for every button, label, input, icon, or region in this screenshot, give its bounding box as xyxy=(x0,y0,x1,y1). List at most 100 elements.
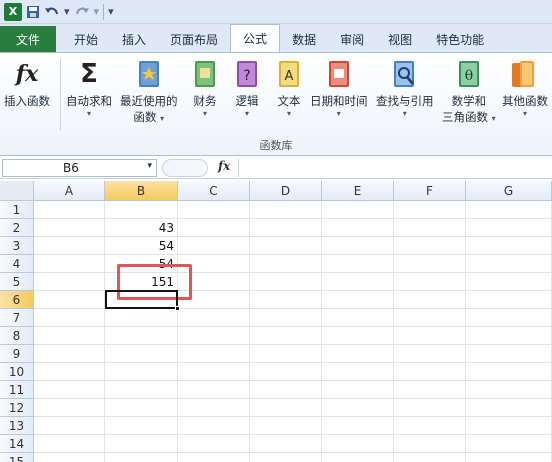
row-header-13[interactable]: 13 xyxy=(0,417,34,435)
ribbon-divider xyxy=(60,59,61,131)
column-header-e[interactable]: E xyxy=(322,181,394,201)
tab-page-layout[interactable]: 页面布局 xyxy=(158,26,230,52)
svg-text:θ: θ xyxy=(465,68,473,84)
row-header-1[interactable]: 1 xyxy=(0,201,34,219)
column-header-b[interactable]: B xyxy=(105,181,178,201)
tab-insert[interactable]: 插入 xyxy=(110,26,158,52)
tab-review[interactable]: 审阅 xyxy=(328,26,376,52)
select-all-corner[interactable] xyxy=(0,181,34,201)
tab-view[interactable]: 视图 xyxy=(376,26,424,52)
row-header-12[interactable]: 12 xyxy=(0,399,34,417)
row-header-8[interactable]: 8 xyxy=(0,327,34,345)
more-functions-label: 其他函数 xyxy=(502,94,548,108)
row-header-14[interactable]: 14 xyxy=(0,435,34,453)
cell-b2[interactable]: 43 xyxy=(105,219,178,237)
recent-functions-label-2-text: 函数 xyxy=(133,110,157,124)
gridline-horizontal xyxy=(34,398,552,399)
sigma-icon: Σ xyxy=(80,59,98,89)
financial-label: 财务 xyxy=(193,94,217,108)
text-label: 文本 xyxy=(277,94,301,108)
svg-text:A: A xyxy=(285,69,294,84)
undo-icon[interactable] xyxy=(44,3,60,21)
magnifier-book-icon xyxy=(390,57,420,91)
row-header-4[interactable]: 4 xyxy=(0,255,34,273)
row-header-3[interactable]: 3 xyxy=(0,237,34,255)
column-header-a[interactable]: A xyxy=(34,181,105,201)
lookup-reference-button[interactable]: 查找与引用 ▾ xyxy=(376,57,434,119)
toolbar-divider xyxy=(103,3,105,20)
chevron-down-icon: ▾ xyxy=(402,109,407,118)
tab-formulas[interactable]: 公式 xyxy=(230,24,281,52)
logical-book-icon: ? xyxy=(232,57,262,91)
row-header-10[interactable]: 10 xyxy=(0,363,34,381)
insert-function-label: 插入函数 xyxy=(4,94,50,108)
row-header-9[interactable]: 9 xyxy=(0,345,34,363)
datetime-label: 日期和时间 xyxy=(310,94,368,108)
gridline-horizontal xyxy=(34,326,552,327)
tab-data[interactable]: 数据 xyxy=(280,26,328,52)
cell-b3[interactable]: 54 xyxy=(105,237,178,255)
redo-icon[interactable] xyxy=(74,3,90,21)
chevron-down-icon: ▾ xyxy=(491,114,496,123)
column-header-g[interactable]: G xyxy=(466,181,552,201)
undo-dropdown-icon[interactable]: ▾ xyxy=(64,3,70,21)
financial-button[interactable]: 财务 ▾ xyxy=(190,57,220,119)
name-box-value: B6 xyxy=(63,161,79,175)
tab-file[interactable]: 文件 xyxy=(0,26,56,52)
chevron-down-icon: ▾ xyxy=(86,109,91,118)
recent-functions-label-1: 最近使用的 xyxy=(120,94,178,108)
row-header-15[interactable]: 15 xyxy=(0,453,34,462)
row-header-7[interactable]: 7 xyxy=(0,309,34,327)
autosum-label: 自动求和 xyxy=(66,94,112,108)
insert-function-fx-icon[interactable]: fx xyxy=(218,159,230,173)
chevron-down-icon: ▾ xyxy=(160,114,165,123)
fill-handle[interactable] xyxy=(175,306,180,311)
tab-home[interactable]: 开始 xyxy=(62,26,110,52)
row-header-6[interactable]: 6 xyxy=(0,291,34,309)
svg-text:?: ? xyxy=(243,68,250,84)
lookup-reference-label: 查找与引用 xyxy=(376,94,434,108)
more-functions-book-icon xyxy=(510,57,540,91)
formula-bar: B6 ▾ fx xyxy=(0,157,552,179)
column-header-f[interactable]: F xyxy=(394,181,466,201)
math-trig-button[interactable]: θ 数学和 三角函数 ▾ xyxy=(442,57,496,125)
math-trig-label-2-text: 三角函数 xyxy=(442,110,488,124)
active-cell-b6[interactable] xyxy=(105,290,180,311)
row-header-5[interactable]: 5 xyxy=(0,273,34,291)
excel-logo-icon: X xyxy=(4,2,22,21)
more-functions-button[interactable]: 其他函数 ▾ xyxy=(502,57,548,119)
redo-dropdown-icon[interactable]: ▾ xyxy=(94,3,100,21)
ribbon-tabs: 文件 开始 插入 页面布局 公式 数据 审阅 视图 特色功能 xyxy=(0,24,552,52)
row-header-11[interactable]: 11 xyxy=(0,381,34,399)
gridline-vertical xyxy=(249,201,250,462)
chevron-down-icon: ▾ xyxy=(336,109,341,118)
function-library-group-label: 函数库 xyxy=(259,139,293,152)
spreadsheet-grid[interactable]: ABCDEFG 1 2 3 4 5 6 7 8 9 10 11 12 13 14 15 43 54 54 151 xyxy=(0,181,552,462)
autosum-button[interactable]: Σ 自动求和 ▾ xyxy=(66,57,112,119)
formula-bar-resize-handle[interactable] xyxy=(162,159,208,177)
column-header-c[interactable]: C xyxy=(178,181,250,201)
row-header-2[interactable]: 2 xyxy=(0,219,34,237)
save-icon[interactable] xyxy=(26,3,40,21)
theta-book-icon: θ xyxy=(454,57,484,91)
gridline-vertical xyxy=(321,201,322,462)
logical-label: 逻辑 xyxy=(235,94,259,108)
logical-button[interactable]: ? 逻辑 ▾ xyxy=(232,57,262,119)
datetime-button[interactable]: 日期和时间 ▾ xyxy=(310,57,368,119)
formula-input[interactable] xyxy=(238,159,550,177)
recent-functions-label-2: 函数 ▾ xyxy=(133,109,164,125)
insert-function-button[interactable]: fx 插入函数 xyxy=(4,57,50,109)
tab-special-features[interactable]: 特色功能 xyxy=(424,26,496,52)
text-button[interactable]: A 文本 ▾ xyxy=(274,57,304,119)
name-box[interactable]: B6 ▾ xyxy=(2,159,157,177)
chevron-down-icon: ▾ xyxy=(522,109,527,118)
chevron-down-icon[interactable]: ▾ xyxy=(147,161,152,171)
math-trig-label-1: 数学和 xyxy=(451,94,487,108)
quick-access-toolbar: X ▾ ▾ ▾ xyxy=(0,0,552,24)
recent-functions-button[interactable]: 最近使用的 函数 ▾ xyxy=(120,57,178,125)
gridline-horizontal xyxy=(34,416,552,417)
financial-book-icon xyxy=(190,57,220,91)
column-header-d[interactable]: D xyxy=(250,181,322,201)
text-book-icon: A xyxy=(274,57,304,91)
customize-toolbar-icon[interactable]: ▾ xyxy=(108,3,114,21)
